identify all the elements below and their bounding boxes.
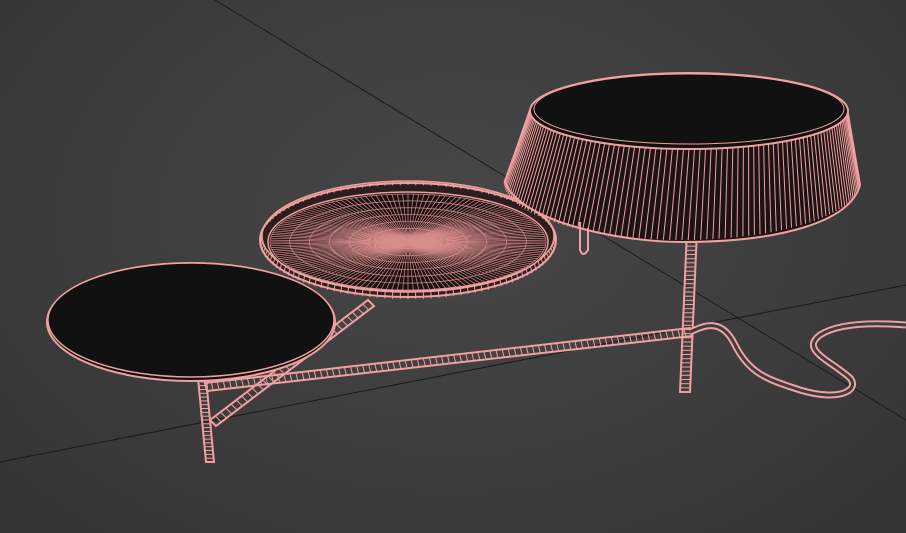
brace-hatch: [220, 411, 227, 419]
rail-hatch: [537, 345, 541, 354]
rail-hatch: [234, 379, 238, 388]
brace-hatch: [241, 395, 248, 403]
rail-hatch: [519, 347, 523, 356]
brace-hatch: [351, 311, 359, 319]
rail-hatch: [216, 381, 220, 390]
cable-outer: [688, 320, 906, 399]
middle-tray: [259, 180, 557, 299]
rail-hatch: [313, 370, 317, 379]
rail-hatch: [610, 336, 614, 346]
lamp-shade: [503, 72, 862, 255]
rail-hatch: [586, 339, 590, 348]
rail-hatch: [513, 347, 517, 357]
rail-hatch: [331, 368, 335, 377]
brace-hatch: [346, 315, 354, 323]
brace-hatch: [235, 399, 243, 407]
shade-top-inner: [533, 73, 845, 145]
brace-hatch: [251, 387, 259, 395]
rail-hatch: [307, 371, 311, 380]
rail-hatch: [471, 352, 475, 361]
rail-hatch: [386, 362, 390, 371]
brace-hatch: [225, 407, 233, 415]
rail-hatch: [422, 358, 426, 367]
rail-hatch: [641, 333, 644, 342]
rail-hatch: [368, 364, 372, 373]
rail-hatch: [562, 342, 566, 351]
rail-hatch: [447, 355, 450, 364]
rail-hatch: [677, 329, 681, 338]
rail-hatch: [240, 378, 244, 388]
rail-hatch: [544, 344, 547, 353]
rail-hatch: [319, 369, 323, 379]
tray-rim-rib: [354, 184, 357, 189]
rail-hatch: [253, 377, 256, 386]
rail-hatch: [653, 331, 657, 341]
rail-hatch: [465, 353, 469, 362]
shade-rib: [742, 146, 744, 237]
rail-hatch: [453, 354, 457, 363]
rail-hatch: [337, 367, 341, 377]
brace-hatch: [246, 391, 254, 399]
rail-hatch: [428, 357, 432, 366]
rail-hatch: [568, 341, 572, 350]
tray-moire-pattern: [269, 193, 547, 291]
brace-hatch: [367, 299, 375, 307]
rail-hatch: [616, 336, 620, 345]
rail-hatch: [350, 366, 353, 375]
cable-inner: [689, 322, 906, 397]
wireframe-scene[interactable]: [0, 0, 906, 533]
rail-hatch: [647, 332, 651, 341]
brace-hatch: [357, 307, 364, 315]
rail-hatch: [356, 365, 360, 374]
rail-hatch: [434, 356, 438, 366]
rail-hatch: [440, 356, 444, 365]
rail-hatch: [483, 351, 487, 360]
rail-hatch: [495, 349, 499, 359]
rail-hatch: [398, 360, 402, 370]
tabletop-surface: [47, 262, 335, 378]
rail-hatch: [556, 342, 560, 352]
rail-hatch: [392, 361, 396, 370]
rail-hatch: [531, 345, 535, 355]
rail-hatch: [301, 371, 305, 381]
rail-hatch: [507, 348, 511, 357]
rail-hatch: [671, 329, 675, 339]
rail-hatch: [295, 372, 299, 381]
rail-hatch: [222, 380, 226, 390]
rail-hatch: [525, 346, 529, 355]
brace-hatch: [336, 323, 343, 331]
rail-hatch: [380, 362, 384, 372]
3d-viewport[interactable]: [0, 0, 906, 533]
rail-hatch: [410, 359, 414, 368]
left-tabletop: [46, 262, 336, 382]
rail-hatch: [404, 360, 408, 369]
shade-rib: [753, 145, 755, 236]
rail-hatch: [283, 373, 287, 383]
rail-hatch: [246, 378, 250, 387]
power-cable: [688, 320, 906, 399]
rail-hatch: [374, 363, 378, 372]
rail-hatch: [362, 364, 366, 374]
tray-rim-rib: [459, 184, 462, 189]
rail-hatch: [459, 353, 463, 363]
rail-hatch: [501, 349, 505, 358]
rail-hatch: [343, 367, 347, 376]
rail-hatch: [580, 340, 584, 349]
rail-hatch: [574, 340, 578, 350]
rail-hatch: [325, 369, 329, 378]
rail-hatch: [604, 337, 608, 346]
rail-hatch: [489, 350, 493, 359]
rail-hatch: [477, 351, 481, 361]
brace-hatch: [230, 403, 238, 411]
rail-hatch: [289, 373, 293, 382]
brace-hatch: [341, 319, 349, 327]
brace-hatch: [362, 303, 370, 311]
rail-hatch: [210, 382, 214, 391]
rail-hatch: [416, 358, 420, 368]
rail-hatch: [228, 380, 232, 389]
rail-hatch: [550, 343, 554, 352]
